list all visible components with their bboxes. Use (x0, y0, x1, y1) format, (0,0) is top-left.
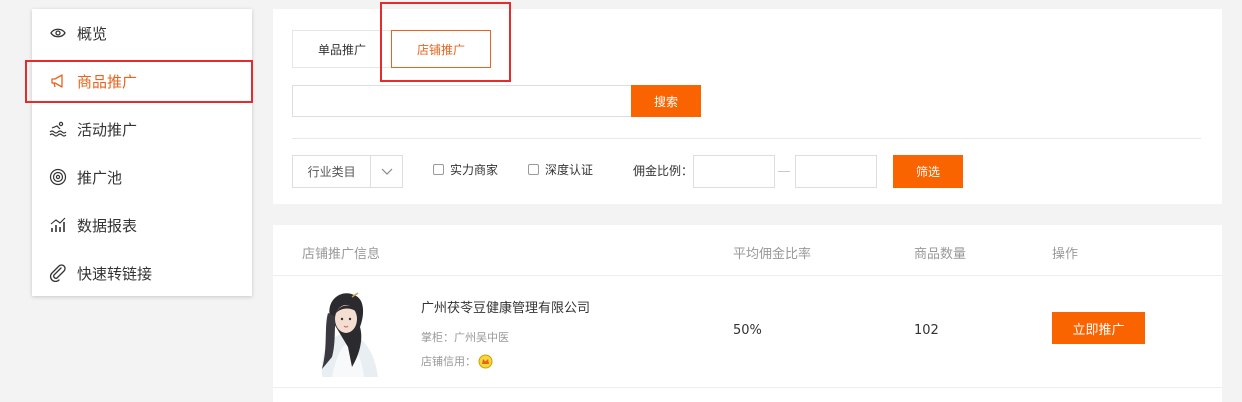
sidebar-nav: 概览 商品推广 活动推广 推广池 数据报表 快速转链接 (32, 9, 252, 296)
column-header-shop-info: 店铺推广信息 (302, 247, 381, 262)
paperclip-icon (49, 264, 67, 282)
checkbox-label: 深度认证 (545, 163, 594, 177)
avg-commission-ratio: 50% (733, 323, 762, 338)
bar-chart-icon (49, 216, 67, 234)
shop-avatar[interactable] (302, 287, 390, 377)
swim-icon (49, 120, 67, 138)
target-icon (49, 168, 67, 186)
sidebar-item-label: 活动推广 (77, 120, 138, 139)
category-select-label: 行业类目 (307, 165, 356, 179)
checkbox-strong-merchant[interactable]: 实力商家 (433, 161, 498, 178)
shop-keeper: 掌柜：广州吴中医 (421, 331, 509, 344)
results-table: 店铺推广信息 平均佣金比率 商品数量 操作 广州茯苓豆健康管理有限公司 掌柜：广… (273, 225, 1222, 402)
divider (292, 138, 1201, 139)
column-header-count: 商品数量 (914, 247, 967, 262)
header-divider (273, 275, 1222, 276)
sidebar-item-activity-promo[interactable]: 活动推广 (32, 107, 252, 151)
sidebar-item-data-report[interactable]: 数据报表 (32, 203, 252, 247)
ratio-max-input[interactable] (795, 155, 877, 188)
shop-credit: 店铺信用： (421, 353, 493, 369)
search-button[interactable]: 搜索 (631, 85, 701, 117)
promote-now-button[interactable]: 立即推广 (1052, 312, 1145, 344)
checkbox-box[interactable] (433, 164, 444, 175)
sidebar-item-overview[interactable]: 概览 (32, 11, 252, 55)
tab-single-product[interactable]: 单品推广 (292, 30, 392, 68)
sidebar-item-label: 快速转链接 (77, 264, 153, 283)
sidebar-item-label: 推广池 (77, 168, 123, 187)
sidebar-item-product-promo[interactable]: 商品推广 (32, 59, 252, 103)
commission-ratio-label: 佣金比例： (633, 164, 694, 178)
sidebar-item-quick-link[interactable]: 快速转链接 (32, 251, 252, 295)
product-count: 102 (914, 323, 939, 338)
megaphone-icon (49, 72, 67, 90)
chevron-down-icon (370, 156, 402, 187)
row-divider (273, 387, 1222, 388)
eye-icon (49, 24, 67, 42)
tab-shop-promo[interactable]: 店铺推广 (391, 30, 491, 68)
checkbox-label: 实力商家 (450, 163, 499, 177)
sidebar-item-label: 概览 (77, 24, 108, 43)
range-dash (778, 171, 790, 172)
sidebar-item-promo-pool[interactable]: 推广池 (32, 155, 252, 199)
ratio-min-input[interactable] (693, 155, 775, 188)
shop-name-link[interactable]: 广州茯苓豆健康管理有限公司 (421, 297, 590, 316)
checkbox-box[interactable] (528, 164, 539, 175)
search-input[interactable] (292, 85, 632, 117)
column-header-avg-ratio: 平均佣金比率 (733, 247, 812, 262)
search-panel: 单品推广 店铺推广 搜索 行业类目 实力商家 深度认证 佣金比例： 筛选 (273, 9, 1222, 204)
sidebar-item-label: 数据报表 (77, 216, 138, 235)
shop-credit-label: 店铺信用： (421, 355, 476, 368)
checkbox-deep-certified[interactable]: 深度认证 (528, 161, 593, 178)
filter-button[interactable]: 筛选 (893, 155, 963, 188)
column-header-action: 操作 (1052, 247, 1079, 262)
crown-badge-icon (478, 354, 493, 369)
category-select[interactable]: 行业类目 (292, 155, 403, 188)
sidebar-item-label: 商品推广 (77, 72, 138, 91)
